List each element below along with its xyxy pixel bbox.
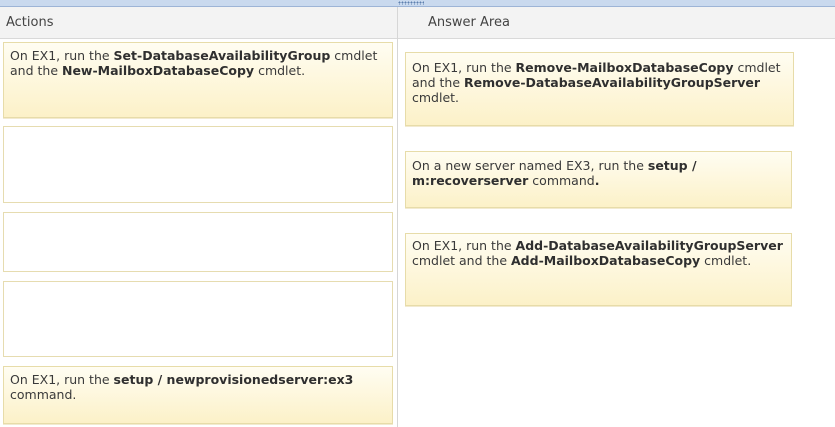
action-empty-slot[interactable] bbox=[3, 126, 393, 203]
action-item-setup-newprovisioned[interactable]: On EX1, run the setup / newprovisionedse… bbox=[3, 366, 393, 424]
action-empty-slot[interactable] bbox=[3, 212, 393, 272]
answer-cmd: Remove-MailboxDatabaseCopy bbox=[515, 60, 734, 75]
action-empty-slot[interactable] bbox=[3, 281, 393, 357]
answer-item-remove-copy[interactable]: On EX1, run the Remove-MailboxDatabaseCo… bbox=[405, 52, 794, 126]
answer-text: cmdlet. bbox=[412, 90, 460, 105]
actions-header: Actions bbox=[0, 7, 397, 39]
action-cmd: New-MailboxDatabaseCopy bbox=[61, 63, 255, 78]
answer-text: On EX1, run the bbox=[412, 60, 516, 75]
action-text: On EX1, run the bbox=[10, 48, 114, 63]
answer-cmd: Add-MailboxDatabaseCopy bbox=[511, 253, 701, 268]
answer-cmd: Remove-DatabaseAvailabilityGroupServer bbox=[463, 75, 761, 90]
action-text: On EX1, run the bbox=[10, 372, 114, 387]
answer-text: command bbox=[528, 173, 595, 188]
answer-text: cmdlet and the bbox=[412, 253, 511, 268]
answer-cmd: . bbox=[594, 173, 600, 188]
action-text: cmdlet. bbox=[254, 63, 306, 78]
action-cmd: setup / newprovisionedserver:ex3 bbox=[113, 372, 354, 387]
answer-area-header: Answer Area bbox=[398, 7, 835, 39]
action-item-set-dag[interactable]: On EX1, run the Set-DatabaseAvailability… bbox=[3, 42, 393, 118]
top-splitter-bar[interactable] bbox=[0, 0, 835, 7]
answer-text: On a new server named EX3, run the bbox=[412, 158, 648, 173]
answer-text: cmdlet. bbox=[700, 253, 752, 268]
answer-item-recoverserver[interactable]: On a new server named EX3, run the setup… bbox=[405, 151, 792, 208]
action-cmd: Set-DatabaseAvailabilityGroup bbox=[113, 48, 331, 63]
action-text: command. bbox=[10, 387, 77, 402]
answer-item-add-server[interactable]: On EX1, run the Add-DatabaseAvailability… bbox=[405, 233, 792, 306]
answer-cmd: Add-DatabaseAvailabilityGroupServer bbox=[515, 238, 783, 253]
answer-text: On EX1, run the bbox=[412, 238, 516, 253]
grip-handle-icon[interactable] bbox=[398, 1, 424, 5]
